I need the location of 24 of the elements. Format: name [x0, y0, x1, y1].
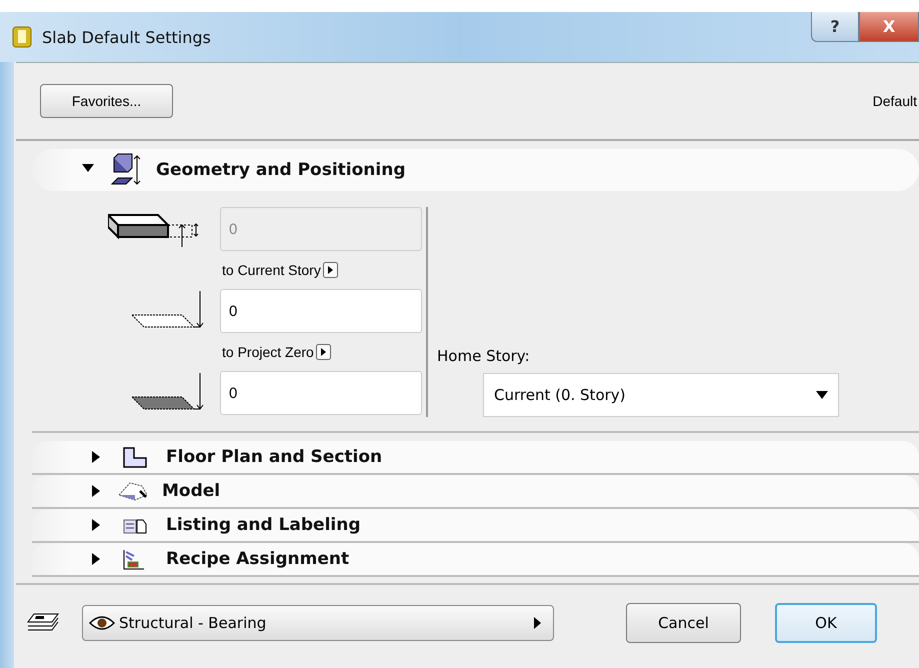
- offset-label: to Project Zero: [222, 344, 314, 360]
- value-field[interactable]: 0: [220, 371, 422, 415]
- value-field[interactable]: 0: [220, 289, 422, 333]
- eye-icon: [89, 615, 115, 631]
- layer-dropdown[interactable]: Structural - Bearing: [82, 605, 554, 641]
- window-title: Slab Default Settings: [42, 28, 211, 46]
- offset-label: to Current Story: [222, 262, 321, 278]
- help-button[interactable]: ?: [811, 12, 859, 42]
- home-story-dropdown[interactable]: Current (0. Story): [483, 373, 839, 417]
- section-header[interactable]: Model: [32, 475, 919, 509]
- submenu-arrow-icon: [534, 617, 541, 629]
- dropdown-arrow-icon: [816, 391, 828, 399]
- section-header[interactable]: Listing and Labeling: [32, 509, 919, 543]
- arrow-button-icon[interactable]: [316, 344, 331, 360]
- favorite-name: Default: [872, 93, 917, 109]
- cancel-button[interactable]: Cancel: [626, 603, 741, 643]
- ok-button[interactable]: OK: [775, 603, 877, 643]
- favorites-button[interactable]: Favorites...: [40, 84, 173, 118]
- section-header[interactable]: Recipe Assignment: [32, 543, 919, 577]
- arrow-button-icon[interactable]: [322, 262, 338, 278]
- app-icon: [12, 26, 32, 48]
- home-story-label: Home Story:: [437, 347, 531, 365]
- model-icon: [118, 481, 148, 501]
- section-header[interactable]: Floor Plan and Section: [32, 441, 919, 475]
